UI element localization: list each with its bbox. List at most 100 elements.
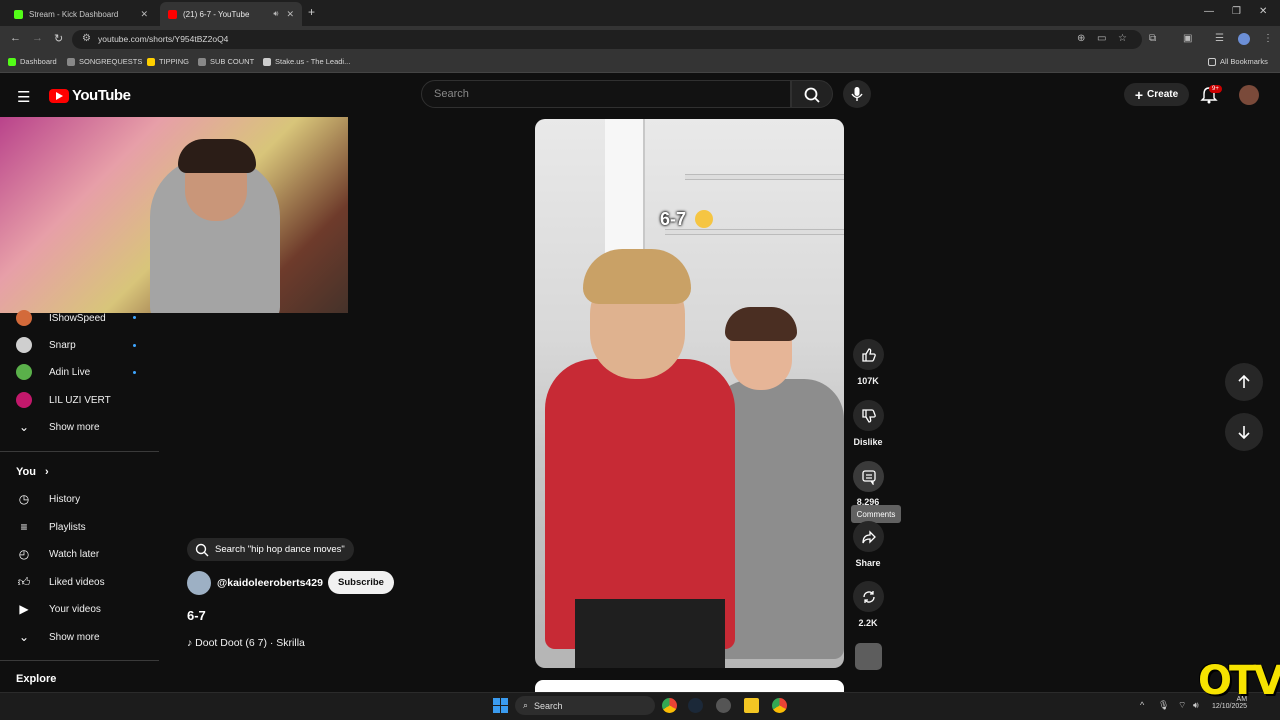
search-input[interactable]: Search: [421, 80, 791, 108]
sidebar-item-liked-videos[interactable]: 👍︎ Liked videos: [16, 574, 105, 590]
wifi-icon[interactable]: ⌔: [1178, 700, 1186, 711]
voice-search-button[interactable]: [843, 80, 871, 108]
steam-icon[interactable]: [688, 698, 703, 713]
person-hair: [725, 307, 797, 341]
bookmark-stake[interactable]: Stake.us - The Leadi...: [263, 57, 350, 66]
search-suggestion-chip[interactable]: Search "hip hop dance moves": [187, 538, 354, 561]
file-explorer-icon[interactable]: [744, 698, 759, 713]
create-button[interactable]: + Create: [1124, 83, 1189, 106]
bookmark-dashboard[interactable]: Dashboard: [8, 57, 57, 66]
zoom-icon[interactable]: ⊕: [1077, 33, 1085, 44]
bookmark-sub-count[interactable]: SUB COUNT: [198, 57, 254, 66]
close-icon[interactable]: ✕: [140, 9, 148, 20]
live-indicator: [133, 371, 136, 374]
sidebar-item-watch-later[interactable]: ◴ Watch later: [16, 546, 99, 562]
account-avatar[interactable]: [1239, 85, 1259, 105]
hamburger-menu-icon[interactable]: ☰: [17, 88, 30, 106]
thumbs-up-icon: [861, 347, 876, 362]
sidebar-show-more-2[interactable]: ⌄ Show more: [16, 629, 100, 645]
app-icon[interactable]: [716, 698, 731, 713]
back-button[interactable]: ←: [10, 32, 21, 44]
search-button[interactable]: [791, 80, 833, 108]
share-button[interactable]: [853, 521, 884, 552]
sidebar-item-snarp[interactable]: Snarp: [16, 337, 76, 353]
microphone-icon[interactable]: 🎙︎: [1158, 700, 1169, 711]
chrome-icon[interactable]: [662, 698, 677, 713]
next-short-button[interactable]: [1225, 413, 1263, 451]
tab-search-icon[interactable]: ☰: [1215, 33, 1224, 44]
url-text[interactable]: youtube.com/shorts/Y954tBZ2oQ4: [98, 34, 228, 44]
video-caption: 6-7: [660, 209, 687, 229]
divider: [0, 451, 159, 452]
plus-icon: +: [1134, 86, 1144, 103]
new-tab-button[interactable]: +: [308, 5, 315, 19]
chevron-up-icon[interactable]: ^: [1140, 700, 1144, 710]
like-button[interactable]: [853, 339, 884, 370]
ceiling-pipe: [685, 174, 844, 180]
avatar: [16, 337, 32, 353]
comments-button[interactable]: [853, 461, 884, 492]
channel-name[interactable]: @kaidoleeroberts429: [217, 577, 323, 589]
tab-kick-dashboard[interactable]: Stream - Kick Dashboard ✕: [6, 2, 156, 26]
sidepanel-icon[interactable]: ▣: [1183, 33, 1192, 44]
sidebar-item-history[interactable]: ◷ History: [16, 491, 80, 507]
globe-icon: [198, 57, 206, 66]
window-close-button[interactable]: ✕: [1259, 6, 1267, 17]
sidebar-item-playlists[interactable]: ≡ Playlists: [16, 519, 85, 535]
search-icon: ⌕: [523, 700, 529, 710]
chrome-icon[interactable]: [772, 698, 787, 713]
bookmark-star-icon[interactable]: ☆: [1118, 33, 1127, 44]
next-short-preview[interactable]: [535, 680, 844, 692]
short-video-player[interactable]: [535, 119, 844, 668]
previous-short-button[interactable]: [1225, 363, 1263, 401]
thumbs-up-icon: 👍︎: [17, 574, 31, 589]
address-bar[interactable]: [72, 30, 1142, 49]
dislike-button[interactable]: [853, 400, 884, 431]
cast-icon[interactable]: ▭: [1097, 33, 1106, 44]
reload-button[interactable]: ↻: [54, 32, 63, 45]
forward-button[interactable]: →: [32, 32, 43, 44]
comment-icon: [861, 469, 876, 485]
arrow-down-icon: [1238, 426, 1250, 440]
all-bookmarks[interactable]: All Bookmarks: [1208, 57, 1268, 66]
windows-start-icon[interactable]: [493, 698, 508, 713]
ceiling-pipe: [665, 229, 844, 235]
search-icon: [804, 87, 820, 103]
comments-tooltip: Comments: [851, 505, 901, 523]
profile-avatar[interactable]: [1238, 33, 1250, 45]
speaker-icon[interactable]: 🔊︎: [273, 9, 278, 19]
music-link[interactable]: ♪ Doot Doot (6 7) · Skrilla: [187, 637, 305, 649]
tab-youtube[interactable]: (21) 6-7 - YouTube 🔊︎ ✕: [160, 2, 302, 26]
folder-icon: [1208, 57, 1216, 66]
taskbar-search[interactable]: ⌕ Search: [515, 696, 655, 715]
sidebar-you-heading[interactable]: You ›: [16, 466, 49, 478]
site-info-icon[interactable]: ⚙: [82, 33, 91, 44]
tab-title: (21) 6-7 - YouTube: [183, 9, 250, 19]
remix-button[interactable]: [853, 581, 884, 612]
channel-watermark: OTV: [1198, 658, 1280, 704]
close-icon[interactable]: ✕: [286, 9, 294, 20]
restore-button[interactable]: ❐: [1232, 6, 1241, 17]
subscribe-button[interactable]: Subscribe: [328, 571, 394, 594]
live-indicator: [133, 316, 136, 319]
video-icon: ▶: [19, 602, 29, 616]
extensions-icon[interactable]: ⧉: [1149, 33, 1156, 44]
tab-title: Stream - Kick Dashboard: [29, 9, 119, 19]
channel-avatar[interactable]: [187, 571, 211, 595]
sidebar-item-adin-live[interactable]: Adin Live: [16, 364, 90, 380]
remix-count: 2.2K: [858, 618, 878, 628]
bookmark-songrequests[interactable]: SONGREQUESTS: [67, 57, 142, 66]
sidebar-item-lil-uzi-vert[interactable]: LIL UZI VERT: [16, 392, 111, 408]
bookmark-tipping[interactable]: TIPPING: [147, 57, 189, 66]
more-icon[interactable]: ⋮: [1263, 33, 1273, 44]
sidebar-item-your-videos[interactable]: ▶ Your videos: [16, 601, 101, 617]
youtube-logo[interactable]: YouTube: [49, 87, 131, 104]
minimize-button[interactable]: —: [1204, 6, 1214, 17]
youtube-play-icon: [49, 88, 69, 103]
history-icon: ◷: [18, 492, 30, 506]
like-count: 107K: [857, 376, 879, 386]
sound-thumbnail[interactable]: [855, 643, 882, 670]
sidebar-show-more[interactable]: ⌄ Show more: [16, 419, 100, 435]
sidebar-item-ishowspeed[interactable]: IShowSpeed: [16, 310, 106, 326]
kick-icon: [14, 9, 23, 19]
